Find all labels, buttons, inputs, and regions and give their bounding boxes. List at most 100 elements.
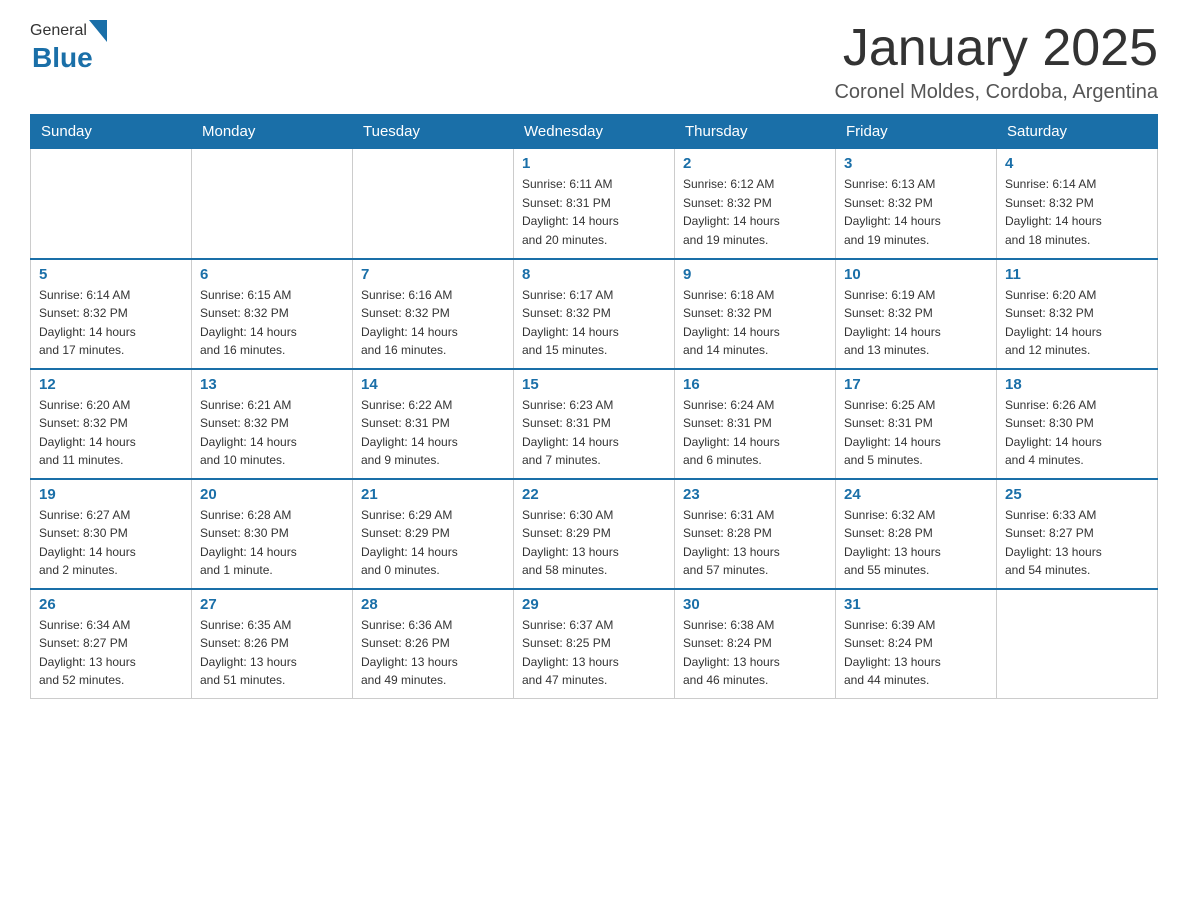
weekday-header-sunday: Sunday	[31, 115, 192, 149]
calendar-cell: 3 Sunrise: 6:13 AM Sunset: 8:32 PM Daylig…	[836, 149, 997, 259]
day-number: 26	[39, 596, 183, 613]
day-number: 29	[522, 596, 666, 613]
day-number: 8	[522, 266, 666, 283]
day-number: 3	[844, 155, 988, 172]
day-number: 13	[200, 376, 344, 393]
calendar-cell: 27Sunrise: 6:35 AM Sunset: 8:26 PM Dayli…	[192, 589, 353, 699]
calendar-cell: 7 Sunrise: 6:16 AM Sunset: 8:32 PM Daylig…	[353, 259, 514, 369]
day-number: 6	[200, 266, 344, 283]
calendar-cell: 17 Sunrise: 6:25 AM Sunset: 8:31 PM Dayli…	[836, 369, 997, 479]
weekday-header-tuesday: Tuesday	[353, 115, 514, 149]
calendar-cell: 13 Sunrise: 6:21 AM Sunset: 8:32 PM Dayli…	[192, 369, 353, 479]
day-number: 25	[1005, 486, 1149, 503]
day-info: Sunrise: 6:31 AM Sunset: 8:28 PM Dayligh…	[683, 506, 827, 580]
calendar-cell	[353, 149, 514, 259]
day-info: Sunrise: 6:20 AM Sunset: 8:32 PM Dayligh…	[1005, 286, 1149, 360]
calendar-cell: 19 Sunrise: 6:27 AM Sunset: 8:30 PM Dayli…	[31, 479, 192, 589]
day-number: 20	[200, 486, 344, 503]
calendar-week-row: 12 Sunrise: 6:20 AM Sunset: 8:32 PM Dayli…	[31, 369, 1158, 479]
day-info: Sunrise: 6:33 AM Sunset: 8:27 PM Dayligh…	[1005, 506, 1149, 580]
logo-arrow-icon	[89, 20, 107, 42]
calendar-cell	[31, 149, 192, 259]
day-number: 11	[1005, 266, 1149, 283]
day-number: 21	[361, 486, 505, 503]
logo-blue-text: Blue	[32, 42, 93, 74]
day-info: Sunrise: 6:21 AM Sunset: 8:32 PM Dayligh…	[200, 396, 344, 470]
calendar-cell: 29Sunrise: 6:37 AM Sunset: 8:25 PM Dayli…	[514, 589, 675, 699]
day-info: Sunrise: 6:13 AM Sunset: 8:32 PM Dayligh…	[844, 175, 988, 249]
calendar-cell: 24 Sunrise: 6:32 AM Sunset: 8:28 PM Dayli…	[836, 479, 997, 589]
day-info: Sunrise: 6:14 AM Sunset: 8:32 PM Dayligh…	[1005, 175, 1149, 249]
day-number: 14	[361, 376, 505, 393]
day-number: 30	[683, 596, 827, 613]
calendar-cell: 23Sunrise: 6:31 AM Sunset: 8:28 PM Dayli…	[675, 479, 836, 589]
calendar-cell: 1Sunrise: 6:11 AM Sunset: 8:31 PM Daylig…	[514, 149, 675, 259]
day-number: 7	[361, 266, 505, 283]
weekday-header-thursday: Thursday	[675, 115, 836, 149]
day-number: 2	[683, 155, 827, 172]
day-number: 9	[683, 266, 827, 283]
day-info: Sunrise: 6:29 AM Sunset: 8:29 PM Dayligh…	[361, 506, 505, 580]
day-info: Sunrise: 6:26 AM Sunset: 8:30 PM Dayligh…	[1005, 396, 1149, 470]
day-info: Sunrise: 6:20 AM Sunset: 8:32 PM Dayligh…	[39, 396, 183, 470]
calendar-cell: 15 Sunrise: 6:23 AM Sunset: 8:31 PM Dayli…	[514, 369, 675, 479]
day-number: 19	[39, 486, 183, 503]
calendar-cell: 26 Sunrise: 6:34 AM Sunset: 8:27 PM Dayli…	[31, 589, 192, 699]
day-info: Sunrise: 6:28 AM Sunset: 8:30 PM Dayligh…	[200, 506, 344, 580]
calendar-cell: 2Sunrise: 6:12 AM Sunset: 8:32 PM Daylig…	[675, 149, 836, 259]
calendar-week-row: 5 Sunrise: 6:14 AM Sunset: 8:32 PM Daylig…	[31, 259, 1158, 369]
calendar-cell: 20 Sunrise: 6:28 AM Sunset: 8:30 PM Dayli…	[192, 479, 353, 589]
day-number: 17	[844, 376, 988, 393]
calendar-cell: 21 Sunrise: 6:29 AM Sunset: 8:29 PM Dayli…	[353, 479, 514, 589]
calendar-cell: 11 Sunrise: 6:20 AM Sunset: 8:32 PM Dayli…	[997, 259, 1158, 369]
day-info: Sunrise: 6:27 AM Sunset: 8:30 PM Dayligh…	[39, 506, 183, 580]
calendar-cell: 8 Sunrise: 6:17 AM Sunset: 8:32 PM Daylig…	[514, 259, 675, 369]
day-info: Sunrise: 6:35 AM Sunset: 8:26 PM Dayligh…	[200, 616, 344, 690]
page-header: General Blue January 2025 Coronel Moldes…	[30, 20, 1158, 104]
day-info: Sunrise: 6:16 AM Sunset: 8:32 PM Dayligh…	[361, 286, 505, 360]
day-number: 5	[39, 266, 183, 283]
weekday-header-saturday: Saturday	[997, 115, 1158, 149]
calendar-cell	[192, 149, 353, 259]
day-number: 16	[683, 376, 827, 393]
calendar-cell: 25 Sunrise: 6:33 AM Sunset: 8:27 PM Dayli…	[997, 479, 1158, 589]
day-info: Sunrise: 6:36 AM Sunset: 8:26 PM Dayligh…	[361, 616, 505, 690]
day-number: 22	[522, 486, 666, 503]
day-info: Sunrise: 6:17 AM Sunset: 8:32 PM Dayligh…	[522, 286, 666, 360]
logo: General Blue	[30, 20, 107, 74]
day-number: 1	[522, 155, 666, 172]
day-info: Sunrise: 6:23 AM Sunset: 8:31 PM Dayligh…	[522, 396, 666, 470]
day-number: 18	[1005, 376, 1149, 393]
day-info: Sunrise: 6:15 AM Sunset: 8:32 PM Dayligh…	[200, 286, 344, 360]
calendar-cell: 28Sunrise: 6:36 AM Sunset: 8:26 PM Dayli…	[353, 589, 514, 699]
calendar-cell: 9Sunrise: 6:18 AM Sunset: 8:32 PM Daylig…	[675, 259, 836, 369]
calendar-cell: 5 Sunrise: 6:14 AM Sunset: 8:32 PM Daylig…	[31, 259, 192, 369]
weekday-header-wednesday: Wednesday	[514, 115, 675, 149]
calendar-cell: 31 Sunrise: 6:39 AM Sunset: 8:24 PM Dayli…	[836, 589, 997, 699]
day-info: Sunrise: 6:30 AM Sunset: 8:29 PM Dayligh…	[522, 506, 666, 580]
calendar-cell	[997, 589, 1158, 699]
day-info: Sunrise: 6:34 AM Sunset: 8:27 PM Dayligh…	[39, 616, 183, 690]
calendar-table: SundayMondayTuesdayWednesdayThursdayFrid…	[30, 114, 1158, 699]
day-number: 10	[844, 266, 988, 283]
calendar-week-row: 26 Sunrise: 6:34 AM Sunset: 8:27 PM Dayli…	[31, 589, 1158, 699]
weekday-header-monday: Monday	[192, 115, 353, 149]
calendar-cell: 12 Sunrise: 6:20 AM Sunset: 8:32 PM Dayli…	[31, 369, 192, 479]
calendar-cell: 22 Sunrise: 6:30 AM Sunset: 8:29 PM Dayli…	[514, 479, 675, 589]
day-info: Sunrise: 6:25 AM Sunset: 8:31 PM Dayligh…	[844, 396, 988, 470]
day-number: 12	[39, 376, 183, 393]
logo-general-text: General	[30, 22, 87, 40]
calendar-cell: 10 Sunrise: 6:19 AM Sunset: 8:32 PM Dayli…	[836, 259, 997, 369]
calendar-cell: 18 Sunrise: 6:26 AM Sunset: 8:30 PM Dayli…	[997, 369, 1158, 479]
day-number: 31	[844, 596, 988, 613]
calendar-week-row: 19 Sunrise: 6:27 AM Sunset: 8:30 PM Dayli…	[31, 479, 1158, 589]
weekday-header-row: SundayMondayTuesdayWednesdayThursdayFrid…	[31, 115, 1158, 149]
day-info: Sunrise: 6:39 AM Sunset: 8:24 PM Dayligh…	[844, 616, 988, 690]
day-info: Sunrise: 6:19 AM Sunset: 8:32 PM Dayligh…	[844, 286, 988, 360]
day-info: Sunrise: 6:32 AM Sunset: 8:28 PM Dayligh…	[844, 506, 988, 580]
calendar-cell: 14Sunrise: 6:22 AM Sunset: 8:31 PM Dayli…	[353, 369, 514, 479]
day-number: 15	[522, 376, 666, 393]
day-number: 24	[844, 486, 988, 503]
day-info: Sunrise: 6:14 AM Sunset: 8:32 PM Dayligh…	[39, 286, 183, 360]
calendar-cell: 16Sunrise: 6:24 AM Sunset: 8:31 PM Dayli…	[675, 369, 836, 479]
